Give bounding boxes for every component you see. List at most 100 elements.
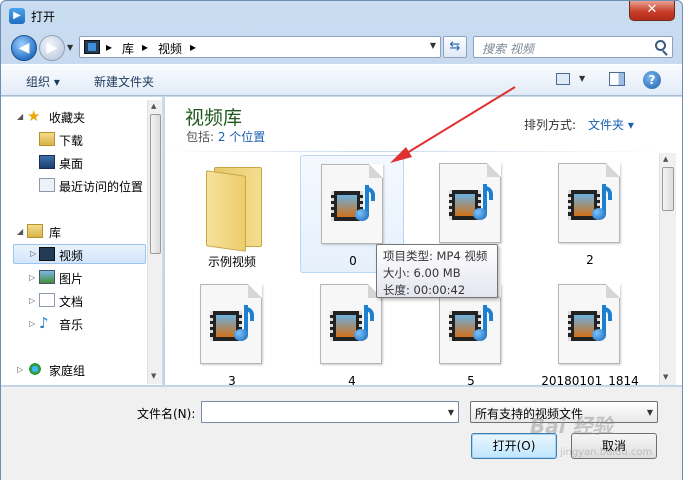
includes-prefix: 包括:: [186, 130, 218, 144]
expand-triangle-icon[interactable]: ▷: [29, 273, 35, 282]
file-list-scroll-thumb[interactable]: [662, 167, 674, 211]
preview-pane-icon[interactable]: [609, 72, 625, 86]
search-input[interactable]: 搜索 视频: [473, 36, 673, 58]
video-file-icon: [439, 163, 501, 243]
expand-triangle-icon[interactable]: ▷: [30, 249, 36, 258]
collapse-triangle-icon[interactable]: ◢: [17, 112, 23, 121]
includes-locations: 包括: 2 个位置: [186, 128, 265, 145]
app-icon: ▶: [9, 8, 25, 24]
video-library-icon: [84, 40, 100, 54]
expand-triangle-icon[interactable]: ▷: [29, 296, 35, 305]
crumb-separator[interactable]: ▸: [142, 40, 148, 54]
sidebar-item-favorites[interactable]: ◢ ★ 收藏夹: [1, 107, 141, 127]
crumb-separator[interactable]: ▸: [106, 40, 112, 54]
arrange-by-dropdown[interactable]: 文件夹 ▾: [588, 116, 634, 133]
close-button[interactable]: ✕: [629, 1, 675, 21]
folder-item[interactable]: 示例视频: [180, 155, 284, 273]
item-label: 示例视频: [207, 255, 256, 269]
sidebar-label: 库: [49, 226, 62, 240]
expand-triangle-icon[interactable]: ▷: [17, 365, 23, 374]
watermark-url: jingyan.baidu.com: [560, 447, 653, 458]
filter-dropdown-icon[interactable]: ▼: [647, 408, 653, 417]
scroll-up-icon[interactable]: ▲: [151, 102, 156, 110]
tooltip-type: 项目类型: MP4 视频: [383, 249, 488, 263]
video-file-item[interactable]: 2: [538, 155, 642, 273]
video-file-item[interactable]: 3: [180, 276, 284, 394]
sidebar-label: 文档: [59, 295, 84, 309]
file-info-tooltip: 项目类型: MP4 视频 大小: 6.00 MB 长度: 00:00:42: [376, 244, 498, 298]
sort-label: 排列方式:: [524, 118, 577, 132]
sidebar-label: 下载: [59, 134, 84, 148]
video-file-icon: [321, 164, 383, 244]
arrow-head: [390, 147, 412, 163]
video-file-icon: [558, 163, 620, 243]
watermark-logo: Bai 经验: [530, 414, 613, 438]
sidebar-label: 收藏夹: [49, 111, 86, 125]
video-file-icon: [320, 284, 382, 364]
sidebar-item-music[interactable]: ▷ ♪ 音乐: [1, 314, 141, 334]
back-button[interactable]: ◀: [11, 35, 37, 61]
sidebar-scrollbar[interactable]: ▲ ▼: [147, 100, 162, 384]
folder-icon: [206, 167, 264, 252]
video-file-icon: [200, 284, 262, 364]
sidebar-scroll-thumb[interactable]: [150, 114, 161, 254]
search-placeholder: 搜索 视频: [482, 42, 534, 56]
tooltip-length: 长度: 00:00:42: [383, 283, 466, 297]
filename-label: 文件名(N):: [137, 407, 196, 421]
help-icon[interactable]: ?: [643, 71, 661, 89]
sidebar-item-pictures[interactable]: ▷ 图片: [1, 268, 141, 288]
window-title: 打开: [31, 10, 56, 24]
breadcrumb-videos[interactable]: 视频: [158, 40, 182, 57]
address-bar[interactable]: ▸ 库 ▸ 视频 ▸ ▼: [79, 36, 441, 58]
file-list-scrollbar[interactable]: ▲ ▼: [659, 153, 676, 385]
star-icon: ★: [27, 107, 41, 125]
scroll-down-icon[interactable]: ▼: [663, 373, 668, 381]
recent-places-icon: [39, 178, 55, 192]
navigation-pane: ◢ ★ 收藏夹 下载 桌面 最近访问的位置 ◢ 库 ▷ 视频 ▷ 图片 ▷ 文档…: [1, 97, 163, 385]
sidebar-item-recent-places[interactable]: 最近访问的位置: [1, 176, 146, 196]
expand-triangle-icon[interactable]: ▷: [29, 319, 35, 328]
forward-button[interactable]: ▶: [39, 35, 65, 61]
search-icon[interactable]: [655, 40, 666, 51]
refresh-button[interactable]: ⇆: [443, 36, 467, 58]
libraries-icon: [27, 224, 43, 238]
locations-link[interactable]: 2 个位置: [218, 130, 265, 144]
crumb-separator[interactable]: ▸: [190, 40, 196, 54]
library-title: 视频库: [185, 107, 243, 129]
collapse-triangle-icon[interactable]: ◢: [17, 227, 23, 236]
scroll-up-icon[interactable]: ▲: [663, 155, 668, 163]
title-bar: ▶ 打开 ✕: [1, 1, 683, 31]
sidebar-item-libraries[interactable]: ◢ 库: [1, 222, 141, 242]
sidebar-item-desktop[interactable]: 桌面: [1, 153, 141, 173]
navigation-bar: ◀ ▶ ▼ ▸ 库 ▸ 视频 ▸ ▼ ⇆ 搜索 视频: [1, 31, 683, 63]
recent-pages-dropdown[interactable]: ▼: [67, 43, 73, 52]
sidebar-label: 最近访问的位置: [59, 180, 144, 194]
video-file-item[interactable]: 20180101_1814: [538, 276, 642, 394]
breadcrumb-library[interactable]: 库: [122, 40, 134, 57]
sidebar-label: 视频: [59, 249, 84, 263]
filename-dropdown-icon[interactable]: ▼: [448, 408, 454, 417]
change-view-icon[interactable]: [556, 73, 570, 85]
annotation-arrow: [390, 86, 516, 163]
sidebar-item-videos[interactable]: ▷ 视频: [13, 244, 146, 264]
desktop-icon: [39, 155, 55, 169]
sidebar-item-downloads[interactable]: 下载: [1, 130, 141, 150]
scroll-down-icon[interactable]: ▼: [151, 372, 156, 380]
organize-button[interactable]: 组织 ▾: [26, 73, 60, 90]
address-dropdown[interactable]: ▼: [430, 41, 436, 50]
view-dropdown-icon[interactable]: ▼: [579, 74, 585, 83]
videos-icon: [39, 247, 55, 261]
new-folder-button[interactable]: 新建文件夹: [94, 73, 154, 90]
item-label: 2: [586, 253, 594, 267]
documents-icon: [39, 293, 55, 307]
arrow-line: [401, 86, 516, 157]
pictures-icon: [39, 270, 55, 284]
sidebar-label: 图片: [59, 272, 84, 286]
filename-input[interactable]: ▼: [201, 401, 459, 423]
sidebar-label: 音乐: [59, 318, 84, 332]
music-icon: ♪: [39, 314, 49, 332]
homegroup-icon: [27, 362, 43, 376]
sidebar-item-homegroup[interactable]: ▷ 家庭组: [1, 360, 141, 380]
sidebar-item-documents[interactable]: ▷ 文档: [1, 291, 141, 311]
sidebar-label: 家庭组: [49, 364, 86, 378]
